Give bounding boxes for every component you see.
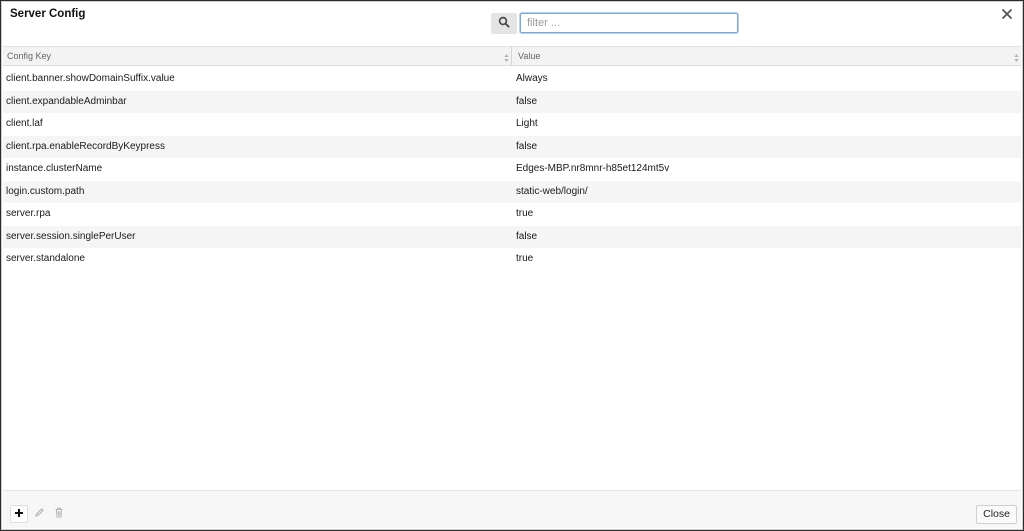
config-value-cell: false bbox=[516, 230, 538, 242]
dialog-footer: Close bbox=[3, 490, 1021, 528]
config-key-cell: server.rpa bbox=[6, 208, 51, 219]
config-value-cell: false bbox=[516, 95, 538, 107]
table-row[interactable]: client.rpa.enableRecordByKeypress false bbox=[3, 135, 1021, 158]
sort-icon bbox=[504, 51, 509, 62]
table-row[interactable]: client.banner.showDomainSuffix.value Alw… bbox=[3, 68, 1021, 91]
pencil-icon bbox=[34, 507, 45, 521]
config-key-cell: client.rpa.enableRecordByKeypress bbox=[6, 140, 165, 152]
table-row[interactable]: server.rpa true bbox=[3, 203, 1021, 226]
close-x-icon[interactable] bbox=[1000, 7, 1014, 21]
config-key-cell: server.session.singlePerUser bbox=[6, 230, 136, 242]
server-config-dialog: Server Config Config Key Value client.ba… bbox=[1, 1, 1023, 530]
table-row[interactable]: client.laf Light bbox=[3, 113, 1021, 136]
config-table-body: client.banner.showDomainSuffix.value Alw… bbox=[3, 68, 1021, 271]
column-header-value[interactable]: Value bbox=[512, 47, 1021, 65]
table-row[interactable]: instance.clusterName Edges-MBP.nr8mnr-h8… bbox=[3, 158, 1021, 181]
delete-button[interactable] bbox=[50, 505, 68, 523]
edit-button[interactable] bbox=[30, 505, 48, 523]
sort-icon bbox=[1014, 51, 1019, 62]
table-row[interactable]: server.session.singlePerUser false bbox=[3, 225, 1021, 248]
config-value-cell: true bbox=[516, 208, 534, 219]
column-header-config-key[interactable]: Config Key bbox=[3, 47, 512, 65]
config-value-cell: Light bbox=[516, 118, 538, 129]
config-key-cell: server.standalone bbox=[6, 253, 85, 264]
column-header-label: Config Key bbox=[7, 51, 52, 61]
config-value-cell: static-web/login/ bbox=[516, 185, 588, 197]
config-value-cell: Edges-MBP.nr8mnr-h85et124mt5v bbox=[516, 163, 670, 174]
table-row[interactable]: client.expandableAdminbar false bbox=[3, 90, 1021, 113]
plus-icon bbox=[14, 508, 24, 521]
grid-header: Config Key Value bbox=[3, 46, 1021, 66]
search-icon bbox=[498, 16, 510, 31]
config-key-cell: client.expandableAdminbar bbox=[6, 95, 127, 107]
config-value-cell: true bbox=[516, 253, 534, 264]
table-row[interactable]: login.custom.path static-web/login/ bbox=[3, 180, 1021, 203]
close-button[interactable]: Close bbox=[976, 505, 1017, 524]
column-header-label: Value bbox=[518, 51, 541, 61]
config-value-cell: Always bbox=[516, 73, 548, 84]
config-key-cell: client.laf bbox=[6, 118, 43, 129]
config-value-cell: false bbox=[516, 140, 538, 152]
filter-input[interactable] bbox=[520, 13, 738, 33]
config-key-cell: client.banner.showDomainSuffix.value bbox=[6, 73, 175, 84]
dialog-title: Server Config bbox=[10, 8, 86, 20]
trash-icon bbox=[54, 507, 64, 521]
config-key-cell: login.custom.path bbox=[6, 185, 85, 197]
search-button[interactable] bbox=[491, 13, 517, 34]
add-button[interactable] bbox=[10, 505, 28, 523]
config-key-cell: instance.clusterName bbox=[6, 163, 103, 174]
table-row[interactable]: server.standalone true bbox=[3, 248, 1021, 271]
